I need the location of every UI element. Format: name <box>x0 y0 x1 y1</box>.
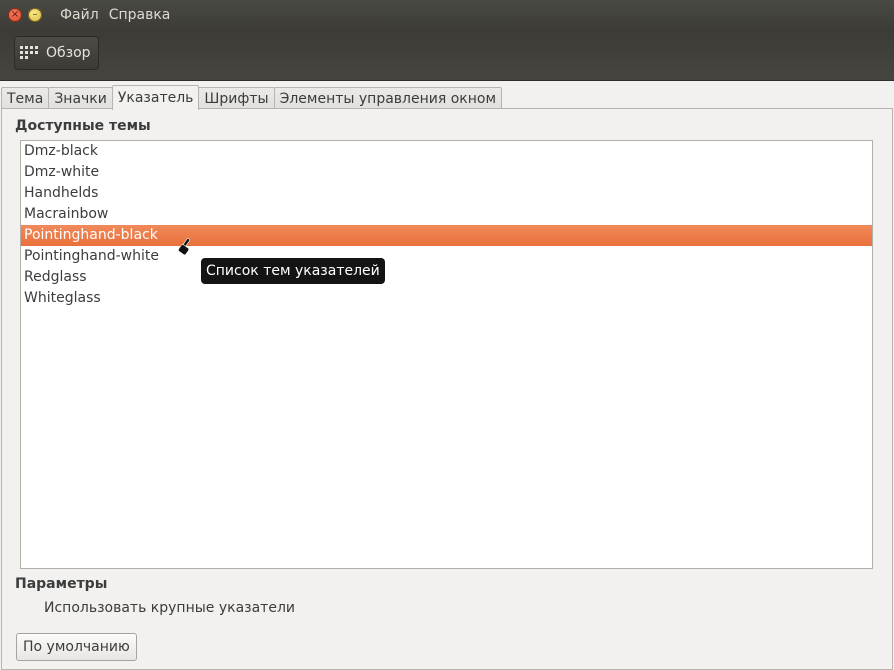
menu-bar: Файл Справка <box>60 7 180 23</box>
minimize-window-button[interactable]: – <box>28 8 42 22</box>
cursor-theme-list[interactable]: Dmz-black Dmz-white Handhelds Macrainbow… <box>20 140 873 569</box>
list-item-selected[interactable]: Pointinghand-black <box>21 225 872 246</box>
overview-button[interactable]: Обзор <box>14 36 99 70</box>
close-icon: × <box>10 9 20 20</box>
list-item[interactable]: Macrainbow <box>21 204 872 225</box>
tab-pointer[interactable]: Указатель <box>111 85 200 110</box>
menu-file[interactable]: Файл <box>60 7 99 23</box>
list-item[interactable]: Dmz-white <box>21 162 872 183</box>
list-item[interactable]: Redglass <box>21 267 872 288</box>
tab-fonts[interactable]: Шрифты <box>198 87 275 110</box>
title-bar: × – Файл Справка <box>0 0 894 30</box>
toolbar: Обзор <box>0 30 894 81</box>
grid-icon <box>20 46 38 59</box>
pointing-hand-cursor-icon <box>178 238 191 256</box>
tab-icons[interactable]: Значки <box>48 87 113 110</box>
minimize-icon: – <box>32 9 38 20</box>
menu-help[interactable]: Справка <box>109 7 171 23</box>
list-item[interactable]: Handhelds <box>21 183 872 204</box>
tab-bar: Тема Значки Указатель Шрифты Элементы уп… <box>1 85 503 110</box>
available-themes-heading: Доступные темы <box>15 118 151 134</box>
close-window-button[interactable]: × <box>8 8 22 22</box>
theme-list-tooltip: Список тем указателей <box>201 258 385 284</box>
parameters-heading: Параметры <box>15 576 108 592</box>
reset-default-button[interactable]: По умолчанию <box>16 633 137 661</box>
list-item[interactable]: Dmz-black <box>21 141 872 162</box>
overview-label: Обзор <box>46 45 91 61</box>
list-item[interactable]: Whiteglass <box>21 288 872 309</box>
tab-theme[interactable]: Тема <box>1 87 50 110</box>
tab-window-controls[interactable]: Элементы управления окном <box>273 87 503 110</box>
list-item[interactable]: Pointinghand-white <box>21 246 872 267</box>
large-cursors-option[interactable]: Использовать крупные указатели <box>44 600 295 616</box>
